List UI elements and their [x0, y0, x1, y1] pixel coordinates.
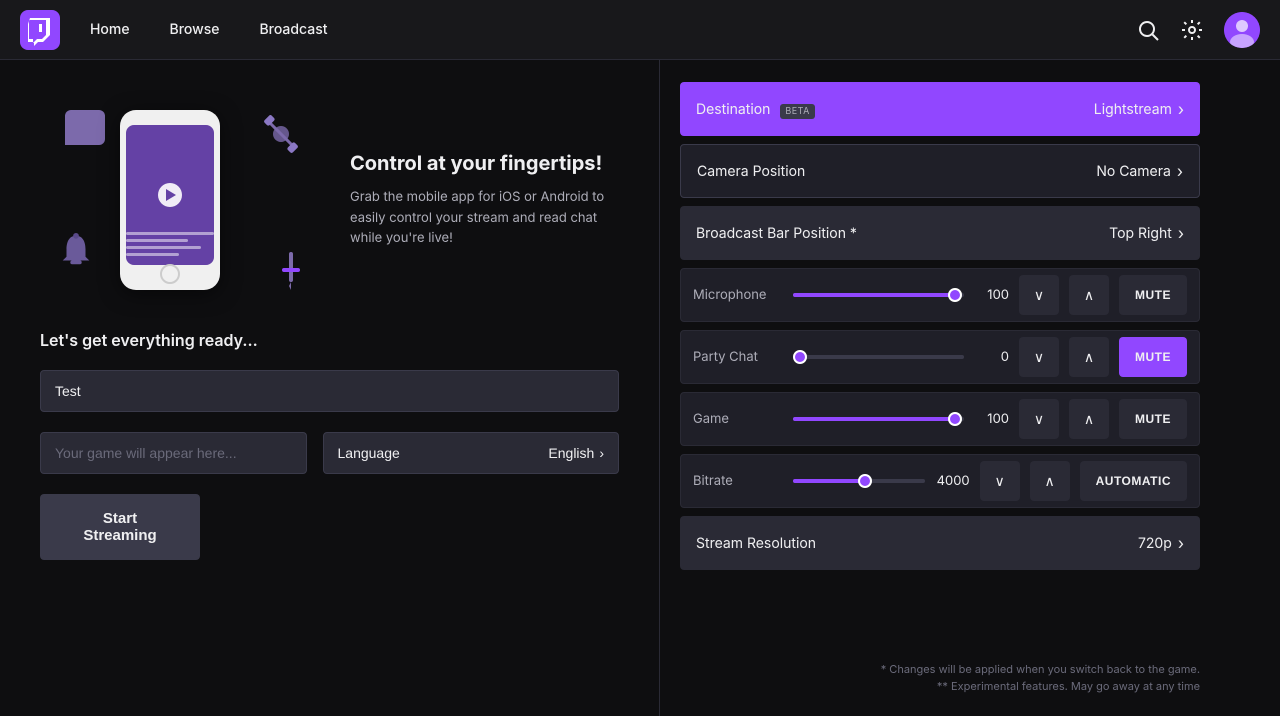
- party-chat-label: Party Chat: [693, 349, 783, 365]
- footnote-line1: * Changes will be applied when you switc…: [680, 661, 1200, 679]
- microphone-up-button[interactable]: ∧: [1069, 275, 1109, 315]
- start-streaming-button[interactable]: Start Streaming: [40, 494, 200, 560]
- microphone-thumb: [948, 288, 962, 302]
- microphone-value: 100: [974, 287, 1009, 303]
- stream-title-input[interactable]: [40, 370, 619, 412]
- language-value: English: [548, 445, 594, 461]
- party-chat-row: Party Chat 0 ∨ ∧ MUTE: [680, 330, 1200, 384]
- chat-icon: [65, 110, 105, 145]
- camera-row[interactable]: Camera Position No Camera ›: [680, 144, 1200, 198]
- footnote-line2: ** Experimental features. May go away at…: [680, 678, 1200, 696]
- party-chat-down-button[interactable]: ∨: [1019, 337, 1059, 377]
- navbar: Home Browse Broadcast: [0, 0, 1280, 60]
- party-chat-up-button[interactable]: ∧: [1069, 337, 1109, 377]
- nav-links: Home Browse Broadcast: [90, 21, 1136, 38]
- microphone-slider[interactable]: [793, 293, 964, 297]
- user-avatar[interactable]: [1224, 12, 1260, 48]
- language-value-wrapper: English ›: [548, 445, 604, 461]
- game-slider[interactable]: [793, 417, 964, 421]
- promo-text: Control at your fingertips! Grab the mob…: [350, 151, 619, 249]
- footnote: * Changes will be applied when you switc…: [680, 653, 1200, 696]
- phone-lines: [126, 232, 214, 260]
- party-chat-mute-button[interactable]: MUTE: [1119, 337, 1187, 377]
- bitrate-label: Bitrate: [693, 473, 783, 489]
- bitrate-up-button[interactable]: ∧: [1030, 461, 1070, 501]
- bitrate-thumb: [858, 474, 872, 488]
- destination-value: Lightstream: [1094, 101, 1172, 118]
- bitrate-fill: [793, 479, 865, 483]
- microphone-mute-button[interactable]: MUTE: [1119, 275, 1187, 315]
- language-button[interactable]: Language English ›: [323, 432, 620, 474]
- game-mute-button[interactable]: MUTE: [1119, 399, 1187, 439]
- language-label: Language: [338, 445, 400, 461]
- promo-section: Control at your fingertips! Grab the mob…: [40, 90, 619, 310]
- game-input[interactable]: [40, 432, 307, 474]
- game-audio-label: Game: [693, 411, 783, 427]
- row-inputs: Language English ›: [40, 432, 619, 474]
- game-audio-row: Game 100 ∨ ∧ MUTE: [680, 392, 1200, 446]
- destination-chevron-icon: ›: [1178, 99, 1184, 119]
- camera-label: Camera Position: [697, 163, 1096, 180]
- phone-body: [120, 110, 220, 290]
- phone-home-button: [160, 264, 180, 284]
- microphone-row: Microphone 100 ∨ ∧ MUTE: [680, 268, 1200, 322]
- bell-icon: [60, 232, 92, 270]
- right-panel: Destination BETA Lightstream › Camera Po…: [660, 60, 1220, 716]
- phone-illustration: [40, 100, 320, 300]
- broadcast-value: Top Right: [1109, 225, 1172, 242]
- promo-title: Control at your fingertips!: [350, 151, 619, 175]
- party-chat-slider[interactable]: [793, 355, 964, 359]
- game-thumb: [948, 412, 962, 426]
- destination-label: Destination: [696, 101, 770, 118]
- stream-resolution-value: 720p: [1138, 535, 1172, 552]
- party-chat-thumb: [793, 350, 807, 364]
- microphone-down-button[interactable]: ∨: [1019, 275, 1059, 315]
- main-content: Control at your fingertips! Grab the mob…: [0, 60, 1280, 716]
- bitrate-automatic-button[interactable]: AUTOMATIC: [1080, 461, 1187, 501]
- promo-description: Grab the mobile app for iOS or Android t…: [350, 187, 619, 249]
- language-chevron-icon: ›: [599, 445, 604, 461]
- game-value: 100: [974, 411, 1009, 427]
- settings-icon[interactable]: [1180, 18, 1204, 42]
- sword-icon: [277, 250, 305, 290]
- game-up-button[interactable]: ∧: [1069, 399, 1109, 439]
- nav-broadcast[interactable]: Broadcast: [259, 21, 327, 38]
- bitrate-down-button[interactable]: ∨: [980, 461, 1020, 501]
- play-button: [158, 183, 182, 207]
- camera-value: No Camera: [1096, 163, 1171, 180]
- bitrate-slider[interactable]: [793, 479, 925, 483]
- destination-row[interactable]: Destination BETA Lightstream ›: [680, 82, 1200, 136]
- microphone-label: Microphone: [693, 287, 783, 303]
- twitch-logo[interactable]: [20, 10, 60, 50]
- bitrate-row: Bitrate 4000 ∨ ∧ AUTOMATIC: [680, 454, 1200, 508]
- party-chat-value: 0: [974, 349, 1009, 365]
- microphone-fill: [793, 293, 955, 297]
- game-fill: [793, 417, 955, 421]
- satellite-icon: [262, 115, 300, 153]
- broadcast-chevron-icon: ›: [1178, 223, 1184, 243]
- camera-chevron-icon: ›: [1177, 161, 1183, 181]
- broadcast-label: Broadcast Bar Position *: [696, 225, 1109, 242]
- nav-browse[interactable]: Browse: [170, 21, 220, 38]
- broadcast-row[interactable]: Broadcast Bar Position * Top Right ›: [680, 206, 1200, 260]
- game-down-button[interactable]: ∨: [1019, 399, 1059, 439]
- nav-home[interactable]: Home: [90, 21, 130, 38]
- stream-resolution-chevron-icon: ›: [1178, 533, 1184, 553]
- bitrate-value: 4000: [935, 473, 970, 489]
- stream-resolution-label: Stream Resolution: [696, 535, 1138, 552]
- left-panel: Control at your fingertips! Grab the mob…: [0, 60, 660, 716]
- section-title: Let's get everything ready...: [40, 330, 619, 350]
- beta-badge: BETA: [780, 104, 815, 119]
- nav-actions: [1136, 12, 1260, 48]
- stream-resolution-row[interactable]: Stream Resolution 720p ›: [680, 516, 1200, 570]
- game-input-wrapper: [40, 432, 307, 474]
- search-icon[interactable]: [1136, 18, 1160, 42]
